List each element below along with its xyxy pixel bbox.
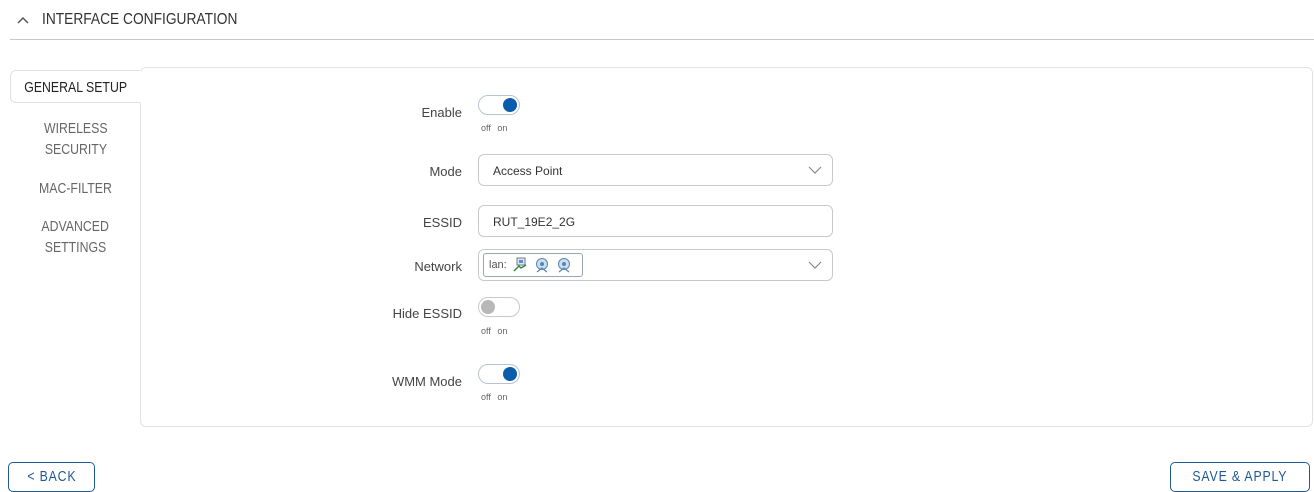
tab-label: MAC-FILTER (39, 180, 112, 197)
tab-wireless-security[interactable]: WIRELESS SECURITY (10, 118, 141, 160)
tab-label-line2: SETTINGS (44, 239, 107, 256)
tab-label-line1: WIRELESS (43, 120, 108, 137)
wmm-mode-toggle[interactable] (478, 364, 520, 384)
tab-label: GENERAL SETUP (24, 79, 127, 96)
toggle-knob (503, 367, 517, 381)
toggle-knob (481, 300, 495, 314)
hide-essid-toggle[interactable] (478, 297, 520, 317)
tab-label-line2: SECURITY (44, 141, 107, 158)
tab-advanced-settings[interactable]: ADVANCED SETTINGS (10, 216, 141, 258)
enable-toggle-caption: off on (481, 123, 508, 133)
toggle-knob (503, 98, 517, 112)
hide-essid-toggle-caption: off on (481, 326, 508, 336)
network-chip-label: lan: (489, 259, 507, 271)
wifi-icon (536, 258, 548, 273)
tab-mac-filter[interactable]: MAC-FILTER (10, 178, 141, 199)
section-title: INTERFACE CONFIGURATION (42, 11, 238, 28)
wmm-mode-toggle-caption: off on (481, 392, 508, 402)
network-chip-lan: lan: (483, 253, 583, 277)
network-select[interactable]: lan: (478, 249, 833, 281)
chevron-up-icon[interactable] (16, 14, 30, 28)
mode-select-value: Access Point (493, 164, 563, 178)
enable-toggle[interactable] (478, 95, 520, 115)
essid-input-value: RUT_19E2_2G (493, 215, 576, 229)
section-header[interactable]: INTERFACE CONFIGURATION (10, 10, 1314, 40)
enable-label: Enable (421, 105, 462, 120)
save-apply-button[interactable]: SAVE & APPLY (1170, 462, 1310, 492)
general-setup-panel (140, 67, 1313, 427)
mode-select[interactable]: Access Point (478, 154, 833, 186)
essid-input[interactable]: RUT_19E2_2G (478, 205, 833, 237)
chevron-down-icon (808, 166, 822, 174)
save-apply-button-label: SAVE & APPLY (1192, 468, 1288, 485)
ethernet-icon (513, 257, 527, 272)
network-label: Network (414, 259, 462, 274)
wmm-mode-label: WMM Mode (391, 374, 462, 389)
chevron-down-icon (808, 261, 822, 269)
tab-label-line1: ADVANCED (41, 218, 110, 235)
wifi-icon (558, 258, 570, 273)
back-button-label: < BACK (26, 468, 77, 485)
mode-label: Mode (429, 164, 462, 179)
tab-general-setup[interactable]: GENERAL SETUP (10, 70, 141, 103)
hide-essid-label: Hide ESSID (392, 306, 462, 321)
essid-label: ESSID (422, 215, 462, 230)
back-button[interactable]: < BACK (8, 462, 95, 492)
